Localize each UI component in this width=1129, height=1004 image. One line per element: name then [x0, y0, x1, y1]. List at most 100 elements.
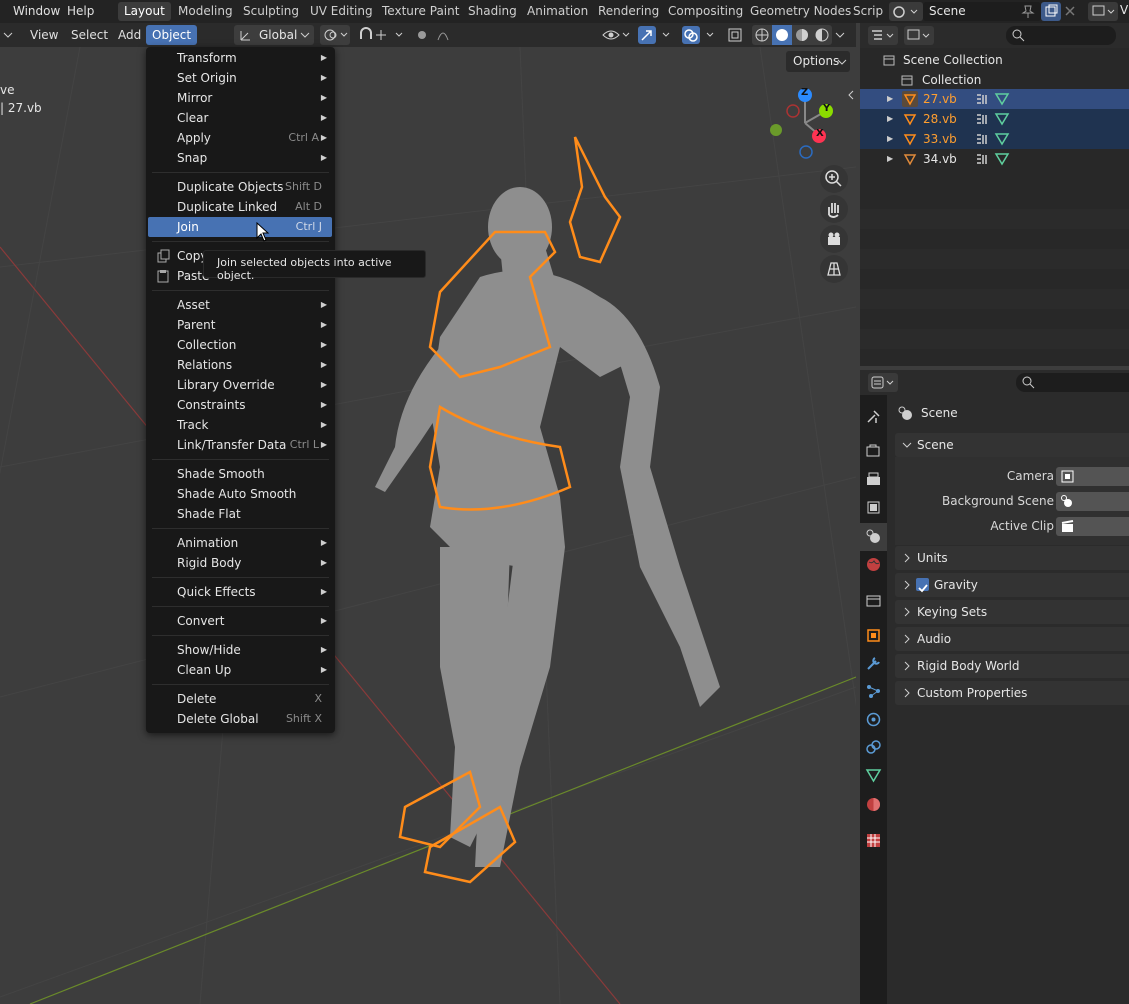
workspace-tab-geometry-nodes[interactable]: Geometry Nodes	[744, 2, 857, 21]
workspace-tab-shading[interactable]: Shading	[462, 2, 523, 21]
chevron-down-icon[interactable]	[834, 29, 846, 41]
custom-properties-panel-header[interactable]: Custom Properties	[895, 681, 1129, 705]
menu-item-snap[interactable]: Snap ▶	[148, 148, 332, 168]
texture-tab-icon[interactable]	[865, 832, 882, 849]
constraints-tab-icon[interactable]	[865, 739, 882, 756]
snapping-controls[interactable]	[356, 25, 408, 45]
physics-tab-icon[interactable]	[865, 711, 882, 728]
menu-item-parent[interactable]: Parent ▶	[148, 315, 332, 335]
menu-item-join[interactable]: Join Ctrl J	[148, 217, 332, 237]
menu-item-duplicate-linked[interactable]: Duplicate Linked Alt D	[148, 197, 332, 217]
menu-item-track[interactable]: Track ▶	[148, 415, 332, 435]
expand-arrow-icon[interactable]: ▶	[887, 149, 893, 169]
outliner-row-object[interactable]: ▶ 27.vb	[860, 89, 1129, 109]
pin-icon[interactable]	[1021, 4, 1035, 18]
view-layer-selector-button[interactable]	[1088, 2, 1118, 21]
pan-button[interactable]	[820, 195, 848, 223]
options-dropdown[interactable]: Options	[786, 51, 850, 72]
render-tab-icon[interactable]	[865, 443, 882, 460]
visibility-dropdown[interactable]	[600, 25, 632, 45]
chevron-down-icon[interactable]	[2, 29, 14, 41]
menu-item-apply[interactable]: Apply Ctrl A ▶	[148, 128, 332, 148]
outliner-row-object[interactable]: ▶ 28.vb	[860, 109, 1129, 129]
tool-tab-icon[interactable]	[865, 408, 882, 425]
perspective-toggle-button[interactable]	[820, 255, 848, 283]
workspace-tab-compositing[interactable]: Compositing	[662, 2, 749, 21]
scene-tab-active[interactable]	[860, 523, 887, 551]
menu-item-transform[interactable]: Transform ▶	[148, 48, 332, 68]
workspace-tab-modeling[interactable]: Modeling	[172, 2, 239, 21]
data-tab-icon[interactable]	[865, 767, 882, 784]
workspace-tab-scripting[interactable]: Scrip	[847, 2, 889, 21]
scene-section-header[interactable]: Scene	[895, 433, 1129, 457]
keying-sets-panel-header[interactable]: Keying Sets	[895, 600, 1129, 624]
object-tab-icon[interactable]	[865, 627, 882, 644]
navigation-gizmo[interactable]: Z Y X	[766, 83, 844, 161]
gravity-checkbox[interactable]	[916, 578, 929, 593]
outliner-row-object[interactable]: ▶ 34.vb	[860, 149, 1129, 169]
sidebar-toggle-icon[interactable]	[847, 89, 855, 101]
scene-name-field[interactable]: Scene	[923, 2, 1041, 21]
menu-item-shade-flat[interactable]: Shade Flat	[148, 504, 332, 524]
menu-object[interactable]: Object	[146, 25, 198, 45]
workspace-tab-uv-editing[interactable]: UV Editing	[304, 2, 379, 21]
delete-scene-button[interactable]	[1061, 2, 1079, 21]
gizmo-toggle[interactable]	[636, 25, 676, 45]
view-layer-tab-icon[interactable]	[865, 499, 882, 516]
menu-item-library-override[interactable]: Library Override ▶	[148, 375, 332, 395]
workspace-tab-texture-paint[interactable]: Texture Paint	[376, 2, 465, 21]
pivot-point-dropdown[interactable]	[320, 25, 350, 45]
workspace-tab-sculpting[interactable]: Sculpting	[237, 2, 305, 21]
particles-tab-icon[interactable]	[865, 683, 882, 700]
material-preview-icon[interactable]	[792, 25, 812, 45]
editor-type-button[interactable]	[868, 373, 898, 392]
proportional-editing-controls[interactable]	[412, 25, 462, 45]
outliner-row-object[interactable]: ▶ 33.vb	[860, 129, 1129, 149]
menu-item-link-transfer-data[interactable]: Link/Transfer Data Ctrl L ▶	[148, 435, 332, 455]
menu-item-asset[interactable]: Asset ▶	[148, 295, 332, 315]
scene-selector-button[interactable]	[889, 2, 923, 21]
menu-item-duplicate-objects[interactable]: Duplicate Objects Shift D	[148, 177, 332, 197]
menu-item-constraints[interactable]: Constraints ▶	[148, 395, 332, 415]
menu-select[interactable]: Select	[71, 25, 108, 45]
outliner-search-input[interactable]	[1006, 26, 1116, 45]
menu-item-show-hide[interactable]: Show/Hide ▶	[148, 640, 332, 660]
solid-shading-button[interactable]	[772, 25, 792, 45]
menu-item-delete[interactable]: Delete X	[148, 689, 332, 709]
wireframe-shading-icon[interactable]	[752, 25, 772, 45]
material-tab-icon[interactable]	[865, 796, 882, 813]
menu-item-clean-up[interactable]: Clean Up ▶	[148, 660, 332, 680]
menu-add[interactable]: Add	[118, 25, 141, 45]
collection-tab-icon[interactable]	[865, 592, 882, 609]
outliner-row-scene-collection[interactable]: Scene Collection	[860, 50, 1129, 70]
modifier-tab-icon[interactable]	[865, 655, 882, 672]
overlays-toggle[interactable]	[680, 25, 720, 45]
menu-item-set-origin[interactable]: Set Origin ▶	[148, 68, 332, 88]
expand-arrow-icon[interactable]: ▶	[887, 89, 893, 109]
menu-window[interactable]: Window	[13, 0, 60, 23]
menu-item-shade-smooth[interactable]: Shade Smooth	[148, 464, 332, 484]
menu-item-animation[interactable]: Animation ▶	[148, 533, 332, 553]
rigid-body-world-panel-header[interactable]: Rigid Body World	[895, 654, 1129, 678]
workspace-tab-rendering[interactable]: Rendering	[592, 2, 665, 21]
zoom-button[interactable]	[820, 165, 848, 193]
menu-item-convert[interactable]: Convert ▶	[148, 611, 332, 631]
menu-item-collection[interactable]: Collection ▶	[148, 335, 332, 355]
menu-item-rigid-body[interactable]: Rigid Body ▶	[148, 553, 332, 573]
xray-toggle[interactable]	[726, 25, 746, 45]
outliner-row-collection[interactable]: Collection	[860, 70, 1129, 90]
menu-item-relations[interactable]: Relations ▶	[148, 355, 332, 375]
gravity-panel-header[interactable]: Gravity	[895, 573, 1129, 597]
workspace-tab-layout[interactable]: Layout	[118, 2, 171, 21]
audio-panel-header[interactable]: Audio	[895, 627, 1129, 651]
transform-orientation-dropdown[interactable]: Global	[234, 25, 314, 45]
3d-viewport[interactable]: ve | 27.vb Options Z Y X	[0, 47, 856, 1004]
editor-type-button[interactable]	[868, 26, 898, 45]
output-tab-icon[interactable]	[865, 471, 882, 488]
menu-item-delete-global[interactable]: Delete Global Shift X	[148, 709, 332, 729]
camera-field[interactable]	[1056, 467, 1129, 486]
menu-item-quick-effects[interactable]: Quick Effects ▶	[148, 582, 332, 602]
rendered-shading-icon[interactable]	[812, 25, 832, 45]
active-clip-field[interactable]	[1056, 517, 1129, 536]
menu-help[interactable]: Help	[67, 0, 94, 23]
